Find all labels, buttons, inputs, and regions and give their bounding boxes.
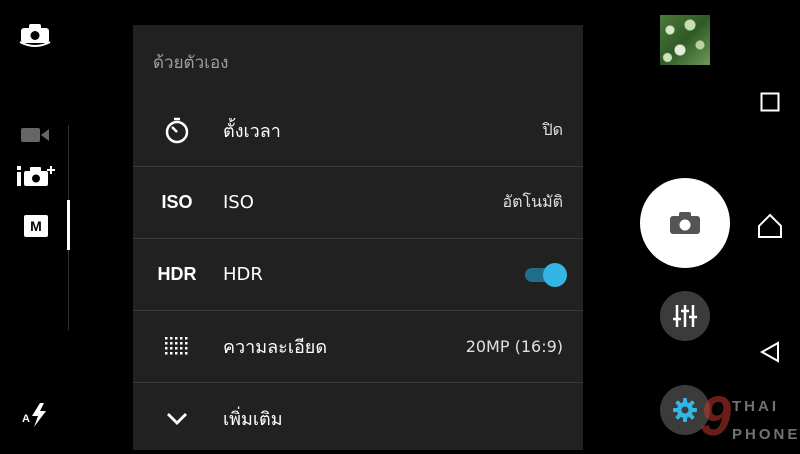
manual-mode-label: M [24,215,48,237]
self-timer-value: ปิด [542,120,563,139]
resolution-grid-icon [157,336,197,358]
watermark-logo: 9 THAI PHONE [698,388,800,450]
manual-mode-icon[interactable]: M [24,215,48,237]
sliders-icon [673,305,697,327]
camera-icon [670,212,700,234]
iso-row[interactable]: ISO ISO อัตโนมัติ [133,167,583,239]
auto-flash-icon[interactable]: A [22,402,50,428]
chevron-down-icon [157,412,197,426]
square-icon [760,92,780,112]
resolution-label: ความละเอียด [223,337,328,358]
panel-title: ด้วยตัวเอง [153,53,229,73]
recents-button[interactable] [752,84,788,120]
more-label: เพิ่มเติม [223,409,283,430]
watermark-top-text: THAI [732,398,779,415]
hdr-toggle-thumb [543,262,567,287]
iso-value: อัตโนมัติ [502,192,563,211]
watermark-bottom-text: PHONE [732,426,800,443]
iso-icon: ISO [161,192,193,212]
resolution-value: 20MP (16:9) [465,337,563,356]
last-photo-thumbnail[interactable] [660,15,710,65]
hdr-row[interactable]: HDR HDR [133,239,583,311]
self-timer-row[interactable]: ตั้งเวลา ปิด [133,95,583,167]
manual-settings-panel: ด้วยตัวเอง ตั้งเวลา ปิด ISO ISO อัตโนมัต… [133,25,583,450]
shutter-button[interactable] [640,178,730,268]
watermark-digit: 9 [700,384,732,447]
hdr-toggle[interactable] [523,262,567,287]
resolution-row[interactable]: ความละเอียด 20MP (16:9) [133,311,583,383]
switch-camera-icon[interactable] [18,20,52,48]
svg-text:A: A [22,413,30,425]
gear-icon [673,398,697,422]
hdr-label: HDR [223,264,263,285]
home-button[interactable] [752,208,788,244]
timer-icon [157,117,197,145]
left-mode-rail: M A [0,0,70,450]
manual-adjust-button[interactable] [660,291,710,341]
home-icon [758,213,782,238]
photo-plus-mode-icon[interactable] [16,162,58,190]
back-button[interactable] [752,334,788,370]
back-triangle-icon [759,341,779,363]
mode-rail-active-indicator [67,200,70,250]
hdr-icon: HDR [157,264,197,284]
more-row[interactable]: เพิ่มเติม [133,383,583,454]
video-mode-icon[interactable] [20,124,50,146]
self-timer-label: ตั้งเวลา [223,121,281,142]
iso-label: ISO [223,192,254,213]
